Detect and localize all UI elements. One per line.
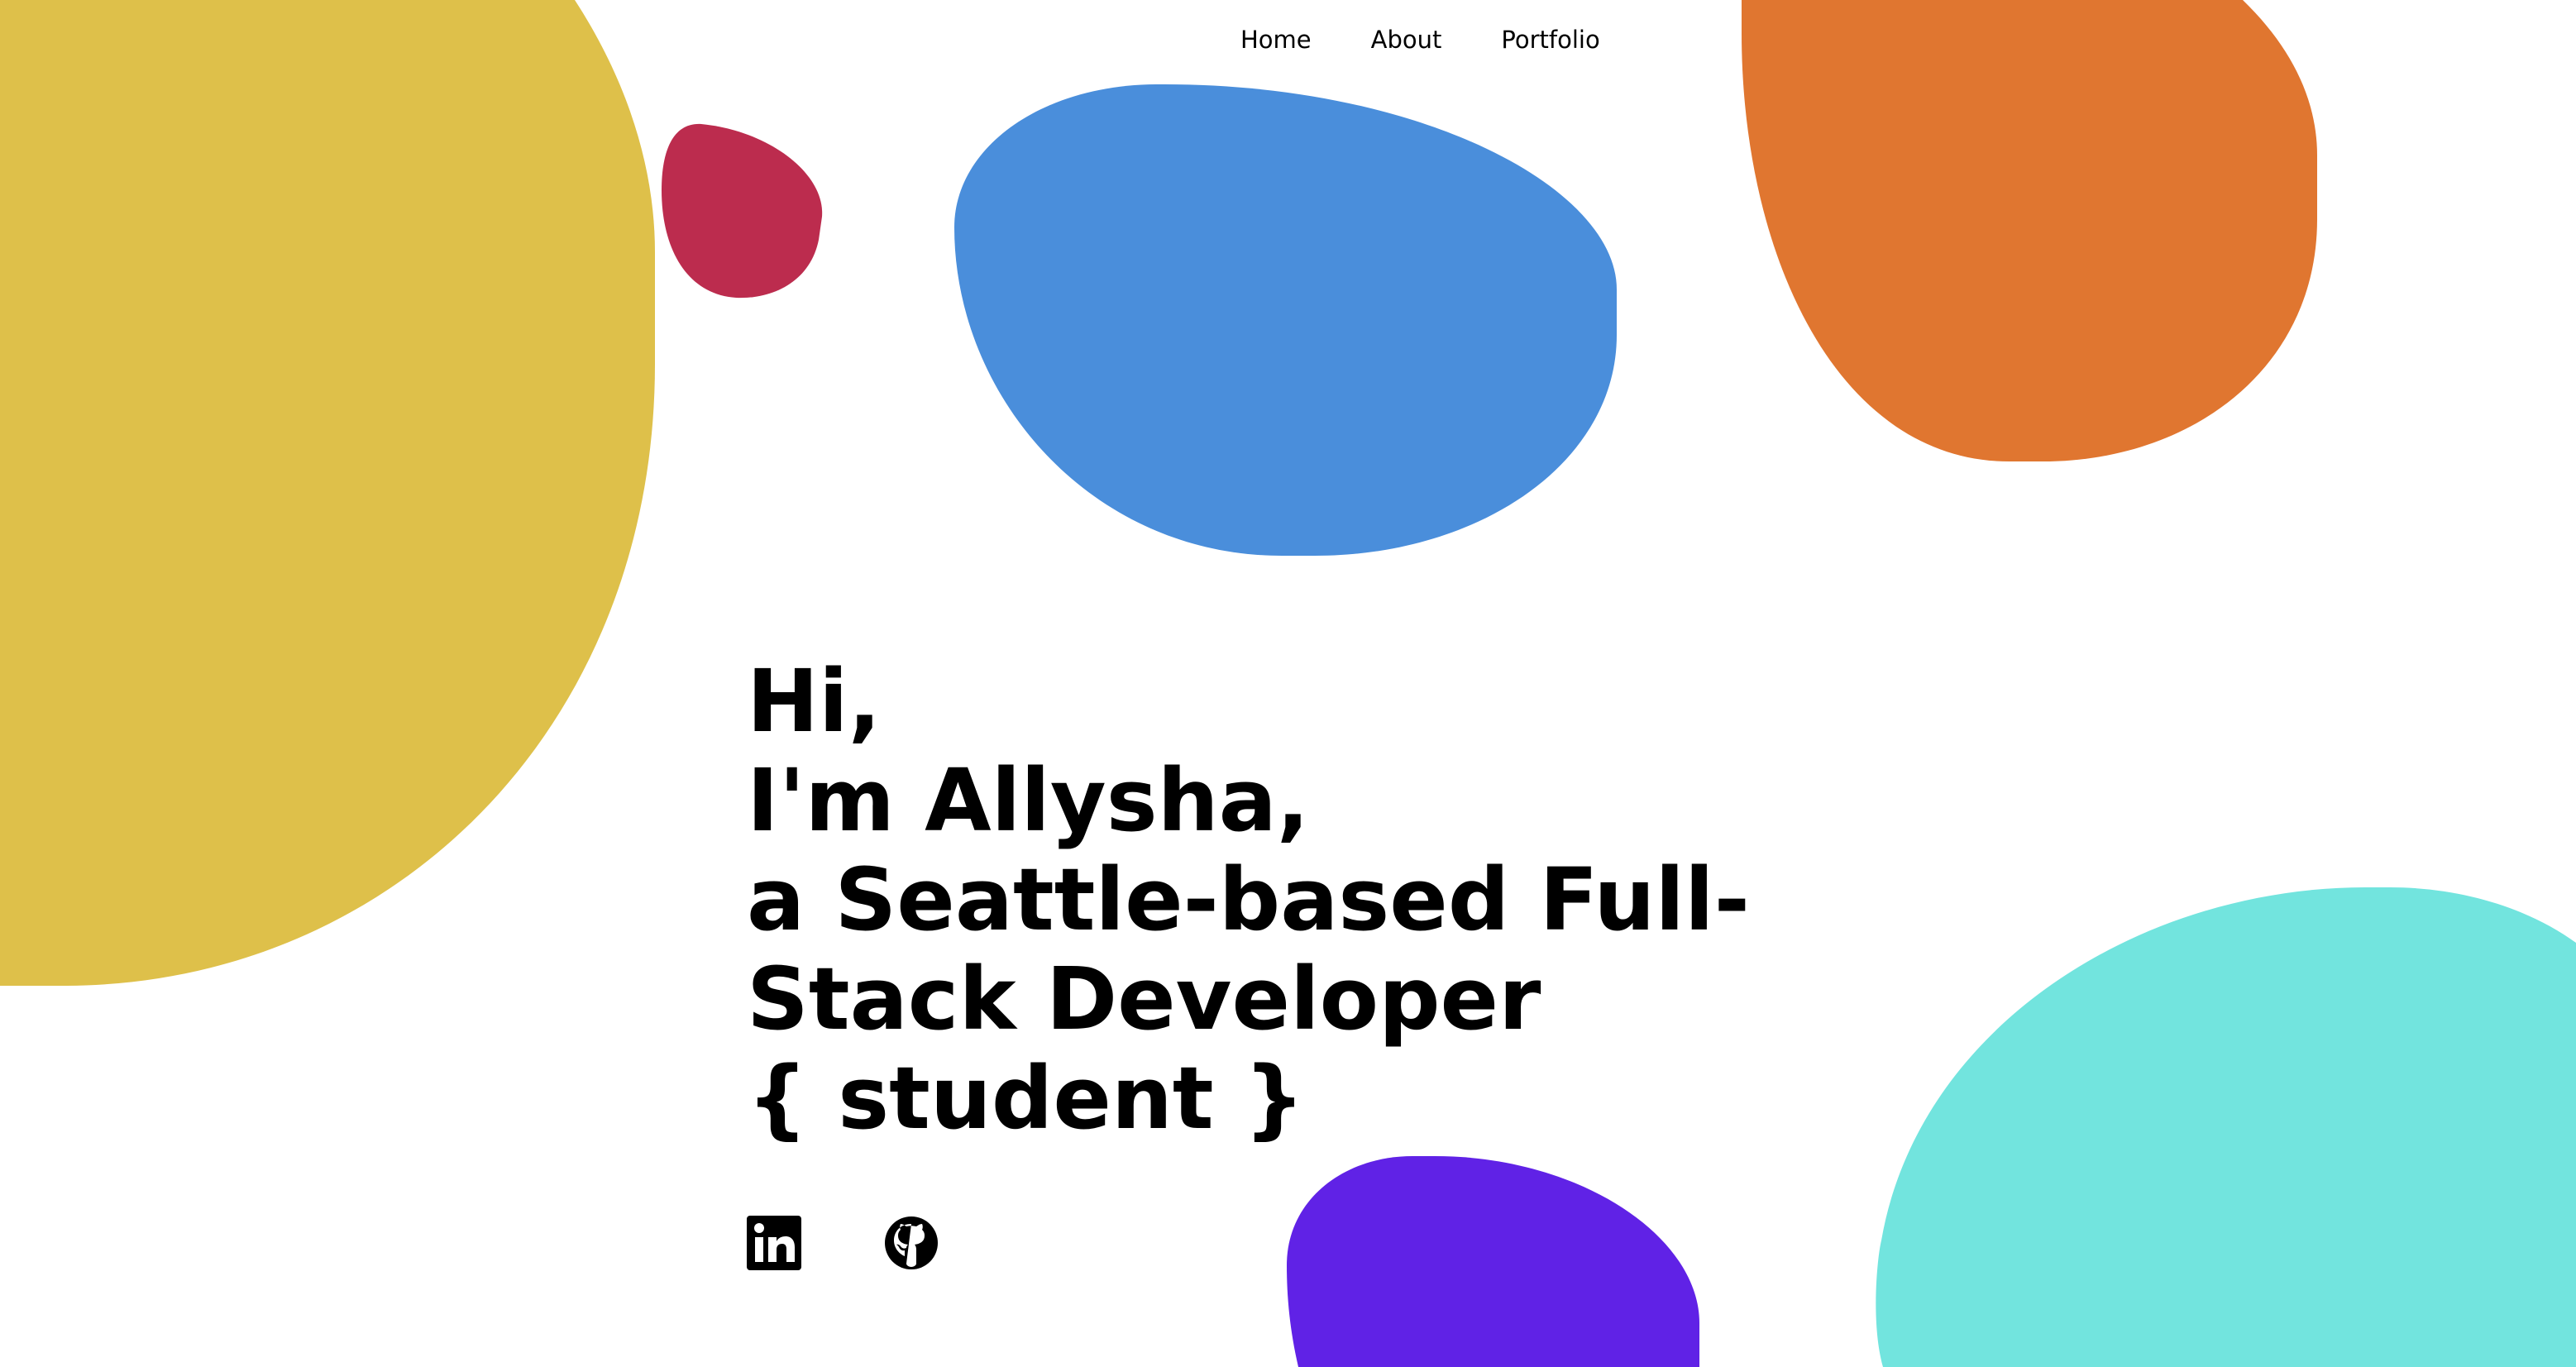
linkedin-icon — [747, 1216, 801, 1270]
hero-heading: Hi, I'm Allysha, a Seattle-based Full- S… — [747, 652, 1789, 1148]
github-link[interactable] — [884, 1216, 939, 1270]
github-icon — [885, 1216, 938, 1269]
hero-line-status: { student } — [747, 1048, 1305, 1149]
main-nav: Home About Portfolio — [1240, 23, 1600, 56]
hero-line-role: Stack Developer — [747, 949, 1541, 1049]
purple-blob — [1287, 1156, 1699, 1367]
linkedin-link[interactable] — [747, 1216, 801, 1270]
cyan-blob — [1876, 887, 2576, 1367]
nav-portfolio-link[interactable]: Portfolio — [1501, 23, 1599, 56]
blue-blob — [954, 84, 1617, 556]
page: Home About Portfolio Hi, I'm Allysha, a … — [0, 0, 2576, 1367]
hero-line-name: I'm Allysha, — [747, 750, 1310, 851]
yellow-blob — [0, 0, 655, 986]
red-blob — [662, 123, 823, 299]
social-links — [747, 1216, 939, 1270]
hero-line-greeting: Hi, — [747, 651, 882, 752]
hero-line-location: a Seattle-based Full- — [747, 849, 1750, 950]
nav-home-link[interactable]: Home — [1240, 23, 1312, 56]
nav-about-link[interactable]: About — [1371, 23, 1442, 56]
orange-blob — [1742, 0, 2317, 461]
